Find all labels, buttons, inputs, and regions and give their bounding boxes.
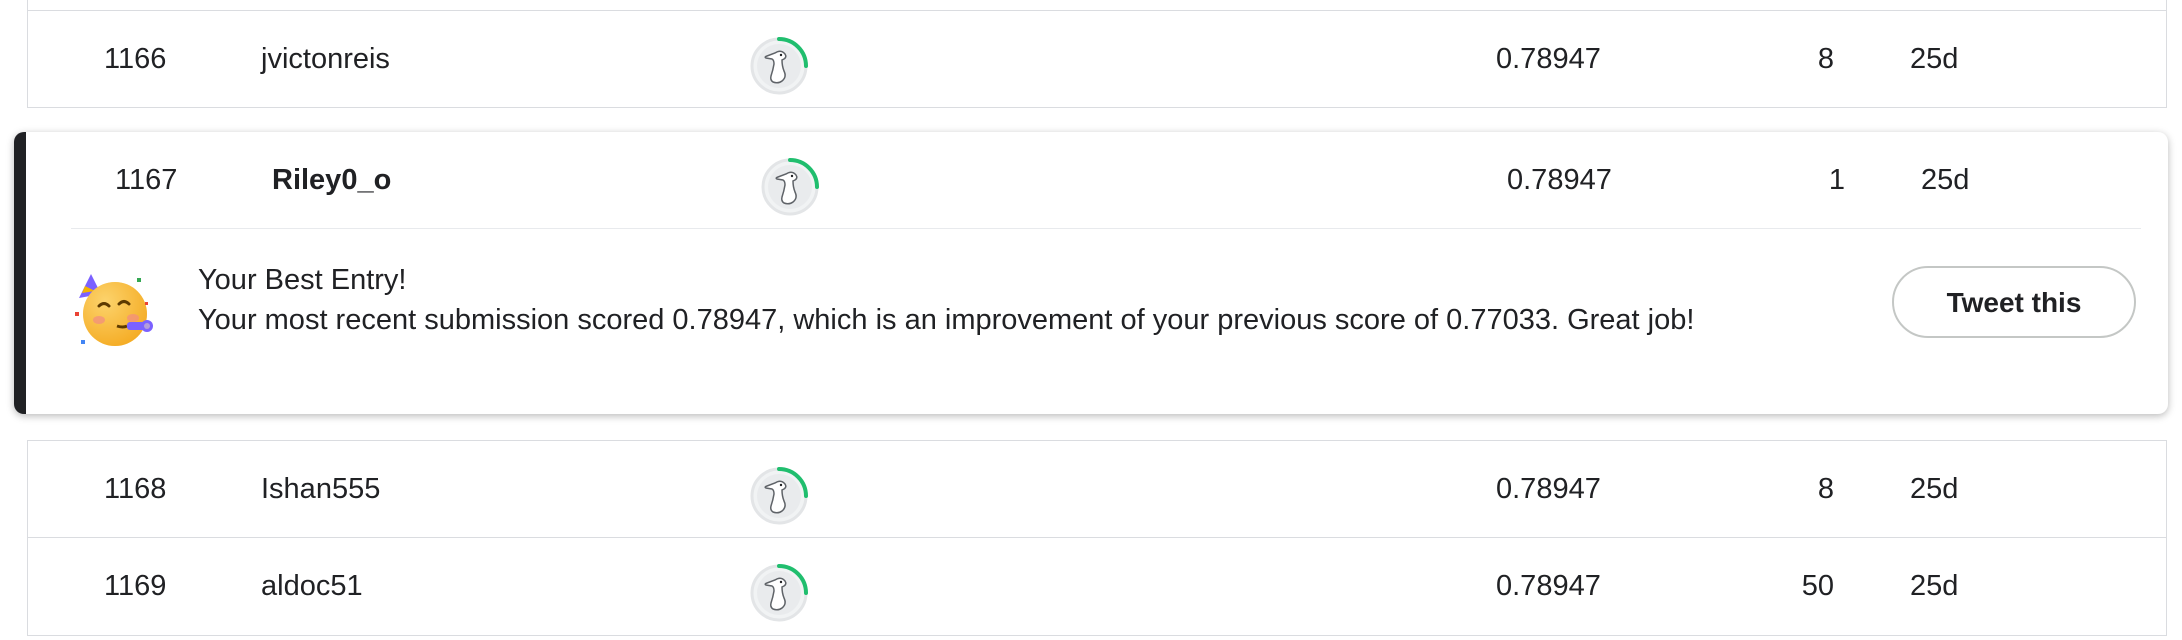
last-submission-cell: 25d (1921, 164, 1970, 196)
goose-avatar-icon (748, 465, 810, 527)
score-cell: 0.78947 (1496, 473, 1601, 505)
team-name-link[interactable]: Ishan555 (261, 441, 380, 538)
leaderboard-row[interactable]: 1168 Ishan555 0.78947 8 25d (27, 440, 2167, 538)
goose-avatar-icon (759, 156, 821, 218)
team-name-link[interactable]: jvictonreis (261, 11, 390, 108)
best-entry-card: 1167 Riley0_o 0.78947 1 25d Your Best En… (14, 132, 2168, 414)
rank-cell: 1169 (104, 570, 167, 602)
score-cell: 0.78947 (1507, 164, 1612, 196)
divider (71, 228, 2141, 229)
score-cell: 0.78947 (1496, 570, 1601, 602)
entries-cell: 8 (1817, 43, 1834, 75)
avatar[interactable] (759, 156, 821, 218)
goose-avatar-icon (748, 35, 810, 97)
team-name-link[interactable]: Riley0_o (272, 132, 391, 229)
entries-cell: 50 (1801, 570, 1834, 602)
entries-cell: 1 (1828, 164, 1845, 196)
last-submission-cell: 25d (1910, 43, 1959, 75)
team-name-link[interactable]: aldoc51 (261, 538, 363, 635)
last-submission-cell: 25d (1910, 570, 1959, 602)
score-cell: 0.78947 (1496, 43, 1601, 75)
last-submission-cell: 25d (1910, 473, 1959, 505)
avatar[interactable] (748, 465, 810, 527)
leaderboard-page: 1166 jvictonreis 0.78947 8 25d 1167 Rile… (0, 0, 2182, 640)
goose-avatar-icon (748, 562, 810, 624)
leaderboard-row[interactable]: 1169 aldoc51 0.78947 50 25d (27, 538, 2167, 636)
partying-face-emoji-icon (71, 268, 155, 352)
leaderboard-row-current-user[interactable]: 1167 Riley0_o 0.78947 1 25d (39, 132, 2168, 229)
leaderboard-row[interactable]: 1166 jvictonreis 0.78947 8 25d (27, 10, 2167, 108)
tweet-this-button[interactable]: Tweet this (1892, 266, 2136, 338)
rank-cell: 1167 (115, 164, 178, 196)
best-entry-title: Your Best Entry! (198, 264, 407, 296)
entries-cell: 8 (1817, 473, 1834, 505)
best-entry-text: Your Best Entry! Your most recent submis… (198, 260, 1728, 340)
rank-cell: 1166 (104, 43, 167, 75)
best-entry-message: Your most recent submission scored 0.789… (198, 304, 1695, 336)
avatar[interactable] (748, 562, 810, 624)
rank-cell: 1168 (104, 473, 167, 505)
avatar[interactable] (748, 35, 810, 97)
